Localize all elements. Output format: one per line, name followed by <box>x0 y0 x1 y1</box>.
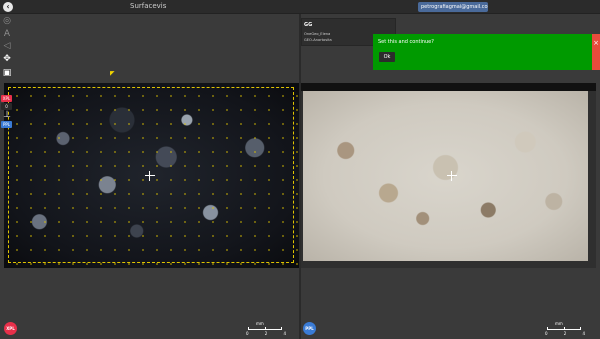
scale-ticks: 0 2 4 <box>246 331 286 336</box>
rotation-tag: 0 <box>1 103 12 110</box>
xpl-side-tag[interactable]: XPL <box>1 95 12 102</box>
xpl-mode-badge[interactable]: XPL <box>4 322 17 335</box>
close-icon[interactable]: × <box>592 34 600 70</box>
scale-line <box>248 327 282 330</box>
pin-icon[interactable]: ⊥ <box>2 110 12 120</box>
top-bar: ‹ Surfacevis petrografiagmai@gmail.com ▾ <box>0 0 600 14</box>
mouse-cursor-icon: ◤ <box>110 70 115 77</box>
app-title: Surfacevis <box>130 2 167 10</box>
scale-tick: 0 <box>545 331 548 336</box>
sample-title: GG <box>304 22 313 28</box>
scale-unit: mm <box>555 321 563 326</box>
surfacevis-app: ‹ Surfacevis petrografiagmai@gmail.com ▾… <box>0 0 600 339</box>
confirm-dialog: Set this and continue? Ok <box>373 34 592 70</box>
target-icon[interactable]: ◎ <box>2 16 12 26</box>
dialog-message: Set this and continue? <box>378 39 434 45</box>
scale-tick: 4 <box>283 331 286 336</box>
xpl-viewer[interactable] <box>4 83 299 268</box>
sample-owner: OneGeo_Elena <box>304 32 331 36</box>
scale-ticks: 0 2 4 <box>545 331 585 336</box>
sample-name: GEO-Anortosita <box>304 38 332 42</box>
move-icon[interactable]: ✥ <box>2 54 12 64</box>
back-arrow-icon[interactable]: ‹ <box>3 2 13 12</box>
user-menu[interactable]: petrografiagmai@gmail.com ▾ <box>418 2 488 12</box>
scale-unit: mm <box>256 321 264 326</box>
crosshair-icon <box>145 171 155 181</box>
scale-line <box>547 327 581 330</box>
ppl-mode-badge[interactable]: PPL <box>303 322 316 335</box>
ppl-thin-section-image <box>303 91 588 261</box>
ppl-side-tag[interactable]: PPL <box>1 121 12 128</box>
image-icon[interactable]: ▣ <box>2 68 12 78</box>
scale-tick: 0 <box>246 331 249 336</box>
scale-tick: 2 <box>264 331 268 336</box>
crosshair-icon <box>447 171 457 181</box>
sound-icon[interactable]: ◁ <box>2 41 12 51</box>
scale-tick: 2 <box>563 331 567 336</box>
scale-tick: 4 <box>582 331 585 336</box>
ok-button[interactable]: Ok <box>379 52 395 62</box>
right-scale-bar: mm 0 2 4 <box>545 321 585 337</box>
text-icon[interactable]: A <box>2 29 12 39</box>
ppl-viewer[interactable] <box>301 83 596 268</box>
ppl-top-strip <box>301 83 596 91</box>
left-scale-bar: mm 0 2 4 <box>246 321 286 337</box>
